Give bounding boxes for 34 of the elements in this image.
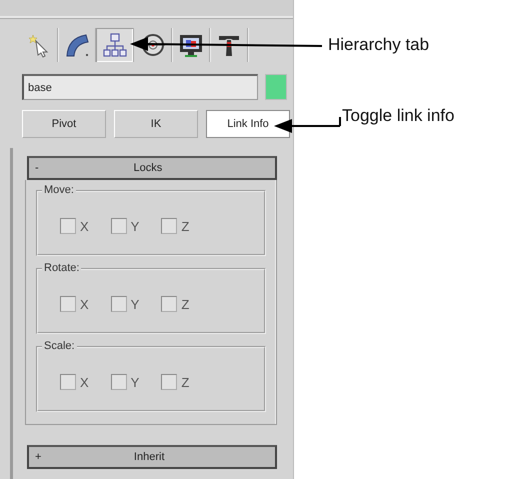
rollout-header[interactable]: + Inherit <box>27 445 277 469</box>
name-field[interactable]: base <box>22 74 258 100</box>
checkbox-label: Z <box>181 374 190 390</box>
checkbox-label: X <box>80 374 89 390</box>
mode-button[interactable]: Pivot <box>22 110 106 138</box>
checkbox[interactable] <box>110 296 127 312</box>
checkbox[interactable] <box>60 374 76 390</box>
checkbox[interactable] <box>110 218 127 234</box>
checkbox[interactable] <box>161 374 178 390</box>
checkbox[interactable] <box>60 296 76 312</box>
checkbox[interactable] <box>110 374 127 390</box>
checkbox[interactable] <box>161 296 178 312</box>
callout-label: Toggle link info <box>342 106 454 126</box>
checkbox-label: X <box>80 296 89 312</box>
hierarchy-icon <box>102 32 128 58</box>
callout-label: Hierarchy tab <box>328 35 430 55</box>
rollout-header[interactable]: - Locks <box>27 156 277 180</box>
leader-arrow <box>274 117 341 133</box>
group-title: Scale: <box>42 340 77 352</box>
checkbox-label: Y <box>130 374 140 390</box>
group-title: Rotate: <box>42 262 82 274</box>
checkbox[interactable] <box>60 218 76 234</box>
group-title: Move: <box>42 184 76 196</box>
checkbox-label: Y <box>130 218 140 234</box>
checkbox-label: Z <box>181 218 190 234</box>
pointer-star-icon <box>26 32 50 58</box>
checkbox-label: X <box>80 218 89 234</box>
checkbox-label: Z <box>181 296 190 312</box>
color-swatch[interactable] <box>265 74 287 100</box>
checkbox[interactable] <box>161 218 178 234</box>
curved-pipe-icon <box>64 32 90 58</box>
checkbox-label: Y <box>130 296 140 312</box>
mode-button[interactable]: IK <box>114 110 198 138</box>
mode-button[interactable]: Link Info <box>206 110 290 138</box>
